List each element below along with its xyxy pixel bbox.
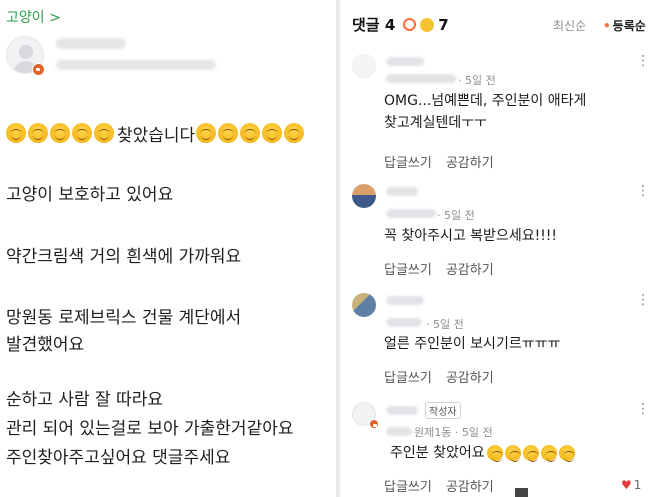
more-options-icon[interactable]: ⋮ — [636, 54, 650, 68]
author-name-blurred — [56, 38, 126, 49]
comment-actions: 답글쓰기 공감하기 — [384, 259, 494, 278]
comment-time: · 5일 전 — [437, 209, 475, 222]
smile-emoji-icon — [558, 445, 575, 462]
commenter-avatar[interactable] — [352, 293, 376, 317]
smile-emoji-icon — [72, 123, 92, 143]
like-button[interactable]: 공감하기 — [446, 476, 494, 495]
sort-recent-button[interactable]: 최신순 — [553, 17, 586, 34]
smile-emoji-icon — [540, 445, 557, 462]
commenter-name-blurred — [386, 406, 418, 415]
more-options-icon[interactable]: ⋮ — [636, 184, 650, 198]
smile-emoji-icon — [240, 123, 261, 143]
smile-emoji-icon — [28, 123, 48, 143]
commenter-location-blurred — [386, 427, 412, 436]
commenter-name-blurred — [386, 296, 424, 305]
neighbor-badge-icon — [32, 63, 45, 76]
app-root: 고양이 > 찾았습니다 고양이 보호하고 있어요 약간크림색 거의 흰색에 가까 — [0, 0, 658, 497]
coin-icon — [420, 17, 435, 32]
post-line: 발견했어요 — [6, 335, 85, 355]
reaction-ring-icon — [403, 18, 417, 31]
like-button[interactable]: 공감하기 — [446, 259, 494, 278]
smile-emoji-icon — [218, 123, 239, 143]
avatar-head-shape — [19, 45, 33, 59]
like-count-value: 1 — [633, 478, 642, 492]
smile-emoji-icon — [94, 123, 114, 143]
commenter-location-blurred — [386, 74, 456, 83]
comment-text-line: 얼른 주인분이 보시기르ㅠㅠㅠ — [384, 336, 561, 352]
commenter-name-blurred — [386, 57, 424, 66]
smile-emoji-icon — [284, 123, 305, 143]
reply-button[interactable]: 답글쓰기 — [384, 476, 432, 495]
found-text: 찾았습니다 — [117, 125, 196, 146]
more-options-icon[interactable]: ⋮ — [636, 402, 650, 416]
comments-title: 댓글 4 — [352, 16, 396, 34]
smile-emoji-icon — [504, 445, 521, 462]
comment-time: · 5일 전 — [458, 74, 496, 87]
smile-emoji-icon — [262, 123, 283, 143]
overlay-strip — [515, 488, 528, 497]
comment-actions: 답글쓰기 공감하기 — [384, 367, 494, 386]
comment-text-line: 주인분 찾았어요 — [390, 445, 485, 461]
category-link[interactable]: 고양이 > — [6, 7, 61, 27]
comment-text: 꼭 찾아주시고 복받으세요!!!! — [384, 225, 557, 247]
comment-text: OMG...넘예쁜데, 주인분이 애타게 찾고계실텐데ㅜㅜ — [384, 90, 586, 134]
neighbor-badge-icon — [369, 419, 379, 429]
more-options-icon[interactable]: ⋮ — [636, 293, 650, 307]
smile-emoji-icon — [522, 445, 539, 462]
comment-text-line: 찾고계실텐데ㅜㅜ — [384, 115, 488, 131]
post-line: 관리 되어 있는걸로 보아 가출한거같아요 — [6, 419, 294, 439]
smile-emoji-icon — [50, 123, 70, 143]
comments-header: 댓글 4 7 — [352, 14, 449, 35]
post-line: 고양이 보호하고 있어요 — [6, 185, 174, 205]
comment-text-line: OMG...넘예쁜데, 주인분이 애타게 — [384, 93, 587, 109]
smile-emoji-icon — [486, 445, 503, 462]
post-line: 망원동 로제브릭스 건물 계단에서 — [6, 308, 242, 328]
author-tag: 작성자 — [425, 402, 461, 419]
comment-text: 주인분 찾았어요 — [390, 442, 577, 464]
commenter-location-blurred — [386, 209, 436, 218]
post-panel: 고양이 > 찾았습니다 고양이 보호하고 있어요 약간크림색 거의 흰색에 가까 — [0, 0, 336, 497]
like-button[interactable]: 공감하기 — [446, 367, 494, 386]
comment-actions: 답글쓰기 공감하기 — [384, 476, 494, 495]
heart-icon: ♥ — [621, 478, 632, 492]
post-line: 주인찾아주고싶어요 댓글주세요 — [6, 448, 231, 468]
post-line: 순하고 사람 잘 따라요 — [6, 390, 163, 410]
comment-time: · 5일 전 — [426, 318, 464, 331]
reply-button[interactable]: 답글쓰기 — [384, 367, 432, 386]
commenter-name-blurred — [386, 187, 418, 196]
commenter-avatar[interactable] — [352, 184, 376, 208]
comment-actions: 답글쓰기 공감하기 — [384, 152, 494, 171]
comment-text: 얼른 주인분이 보시기르ㅠㅠㅠ — [384, 333, 560, 355]
smile-emoji-icon — [196, 123, 217, 143]
like-button[interactable]: 공감하기 — [446, 152, 494, 171]
reply-button[interactable]: 답글쓰기 — [384, 259, 432, 278]
commenter-avatar[interactable] — [352, 54, 376, 78]
comment-time: 원제1동 · 5일 전 — [414, 426, 493, 439]
sort-registered-button[interactable]: 등록순 — [603, 17, 646, 34]
post-author[interactable] — [6, 32, 326, 82]
found-announcement: 찾았습니다 — [6, 121, 306, 146]
author-meta-blurred — [56, 60, 216, 70]
reply-button[interactable]: 답글쓰기 — [384, 152, 432, 171]
like-count[interactable]: ♥ 1 — [621, 478, 641, 492]
commenter-location-blurred — [386, 318, 422, 327]
smile-emoji-icon — [6, 123, 26, 143]
comments-panel: 댓글 4 7 최신순 등록순 · 5일 전 ⋮ OMG...넘예쁜데, 주인분이… — [340, 0, 658, 497]
post-line: 약간크림색 거의 흰색에 가까워요 — [6, 247, 242, 267]
comment-text-line: 꼭 찾아주시고 복받으세요!!!! — [384, 228, 558, 244]
reaction-count: 7 — [438, 15, 449, 34]
